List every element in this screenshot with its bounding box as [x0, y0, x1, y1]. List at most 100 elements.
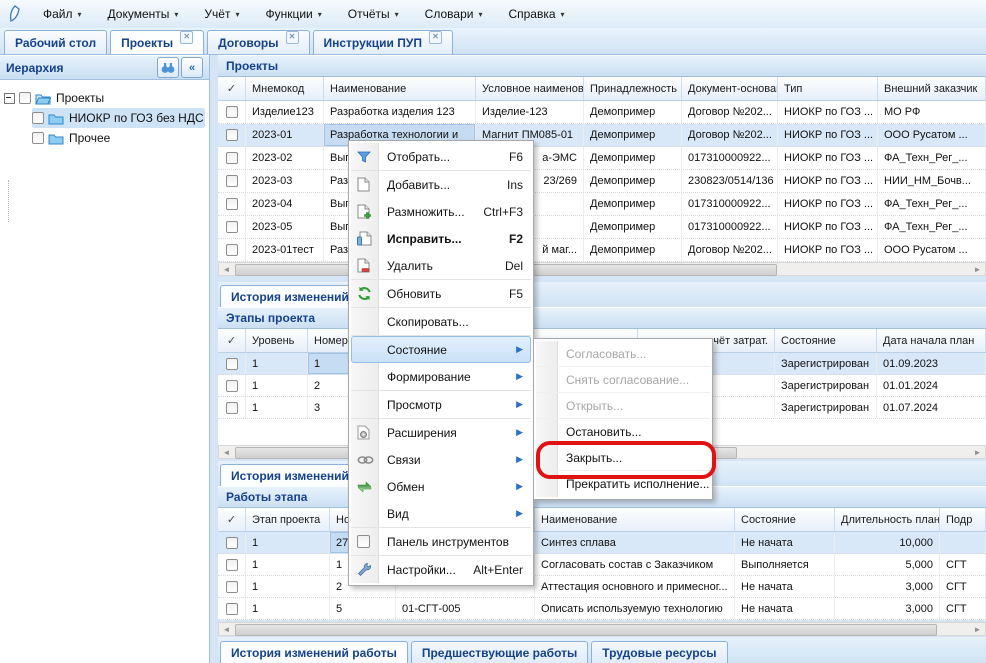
- open-folder-icon: [35, 92, 51, 105]
- close-icon[interactable]: ✕: [429, 31, 442, 44]
- menu-item-refresh[interactable]: ОбновитьF5: [351, 280, 531, 307]
- submenu-item-close[interactable]: Закрыть...: [536, 445, 710, 471]
- column-header[interactable]: Наименование: [535, 508, 735, 531]
- submenu-item-stop[interactable]: Остановить...: [536, 419, 710, 445]
- bottom-tab-strip: История изменений работы Предшествующие …: [218, 637, 986, 663]
- menu-reports[interactable]: Отчёты▾: [335, 0, 412, 28]
- check-column-header[interactable]: ✓: [218, 77, 246, 100]
- menu-documents[interactable]: Документы▾: [95, 0, 192, 28]
- scroll-left-icon[interactable]: ◄: [219, 446, 234, 458]
- menu-item-links[interactable]: Связи▶: [351, 446, 531, 473]
- row-checkbox[interactable]: [218, 193, 246, 215]
- table-row-selected[interactable]: 2023-01Разработка технологии иМагнит ПМ0…: [218, 124, 986, 147]
- menu-item-filter[interactable]: Отобрать...F6: [351, 143, 531, 170]
- works-hscrollbar[interactable]: ◄ ►: [218, 622, 986, 636]
- column-header[interactable]: Тип: [778, 77, 878, 100]
- column-header[interactable]: Этап проекта: [246, 508, 330, 531]
- tab-work-history[interactable]: История изменений работы: [220, 641, 408, 663]
- column-header[interactable]: Дата начала план: [877, 329, 986, 352]
- column-header[interactable]: Документ-основан: [682, 77, 778, 100]
- table-row-selected[interactable]: 127Синтез сплаваНе начата10,000: [218, 532, 986, 554]
- menu-item-exchange[interactable]: Обмен▶: [351, 473, 531, 500]
- table-row[interactable]: 2023-01тестРазрй маг...ДемопримерДоговор…: [218, 239, 986, 262]
- collapse-panel-button[interactable]: «: [181, 57, 203, 78]
- projects-hscrollbar[interactable]: ◄ ►: [218, 262, 986, 276]
- column-header[interactable]: Наименование: [324, 77, 476, 100]
- table-row[interactable]: Изделие123Разработка изделия 123Изделие-…: [218, 101, 986, 124]
- menu-functions[interactable]: Функции▾: [252, 0, 334, 28]
- column-header[interactable]: Внешний заказчик: [878, 77, 986, 100]
- row-checkbox[interactable]: [218, 124, 246, 146]
- node-checkbox[interactable]: [32, 132, 44, 144]
- collapse-node-icon[interactable]: [4, 93, 15, 104]
- row-checkbox[interactable]: [218, 598, 246, 619]
- row-checkbox[interactable]: [218, 576, 246, 597]
- row-checkbox[interactable]: [218, 554, 246, 575]
- table-row[interactable]: 2023-04ВыпДемопример017310000922...НИОКР…: [218, 193, 986, 216]
- search-button[interactable]: [157, 57, 179, 78]
- menu-help[interactable]: Справка▾: [495, 0, 577, 28]
- menu-item-edit[interactable]: Исправить...F2: [351, 225, 531, 252]
- row-checkbox[interactable]: [218, 101, 246, 123]
- row-checkbox[interactable]: [218, 239, 246, 261]
- table-row[interactable]: 2023-02Выпа-ЭМСДемопример017310000922...…: [218, 147, 986, 170]
- tab-labor-resources[interactable]: Трудовые ресурсы: [591, 641, 727, 663]
- menu-item-copy[interactable]: Скопировать...: [351, 308, 531, 335]
- menu-item-duplicate[interactable]: Размножить...Ctrl+F3: [351, 198, 531, 225]
- row-checkbox[interactable]: [218, 147, 246, 169]
- row-checkbox[interactable]: [218, 353, 246, 374]
- row-checkbox[interactable]: [218, 532, 246, 553]
- node-checkbox[interactable]: [32, 112, 44, 124]
- tab-instructions[interactable]: Инструкции ПУП✕: [313, 30, 453, 54]
- column-header[interactable]: Состояние: [735, 508, 835, 531]
- menu-accounting[interactable]: Учёт▾: [191, 0, 252, 28]
- menu-file[interactable]: Файл▾: [30, 0, 95, 28]
- row-checkbox[interactable]: [218, 216, 246, 238]
- menu-item-forming[interactable]: Формирование▶: [351, 363, 531, 390]
- check-column-header[interactable]: ✓: [218, 329, 246, 352]
- node-checkbox[interactable]: [19, 92, 31, 104]
- scroll-right-icon[interactable]: ►: [970, 263, 985, 275]
- tab-preceding-works[interactable]: Предшествующие работы: [411, 641, 588, 663]
- submenu-arrow-icon: ▶: [516, 371, 523, 382]
- column-header[interactable]: Принадлежность: [584, 77, 682, 100]
- tab-contracts[interactable]: Договоры✕: [207, 30, 309, 54]
- tree-node-niokr[interactable]: НИОКР по ГОЗ без НДС: [0, 108, 209, 128]
- menu-item-state[interactable]: Состояние▶: [351, 336, 531, 363]
- check-column-header[interactable]: ✓: [218, 508, 246, 531]
- submenu-item-terminate[interactable]: Прекратить исполнение...: [536, 471, 710, 497]
- table-row[interactable]: 1501-СГТ-005Описать используемую техноло…: [218, 598, 986, 620]
- column-header-sorted[interactable]: Длительность план▼: [835, 508, 940, 531]
- row-checkbox[interactable]: [218, 375, 246, 396]
- menu-item-view[interactable]: Вид▶: [351, 500, 531, 527]
- tab-projects[interactable]: Проекты✕: [110, 30, 204, 54]
- column-header[interactable]: Условное наименова: [476, 77, 584, 100]
- scroll-left-icon[interactable]: ◄: [219, 623, 234, 635]
- scroll-left-icon[interactable]: ◄: [219, 263, 234, 275]
- close-icon[interactable]: ✕: [286, 31, 299, 44]
- scroll-right-icon[interactable]: ►: [970, 623, 985, 635]
- column-header[interactable]: Мнемокод: [246, 77, 324, 100]
- table-row[interactable]: 2023-05ВыпДемопример017310000922...НИОКР…: [218, 216, 986, 239]
- column-header[interactable]: Состояние: [775, 329, 877, 352]
- menu-dictionaries[interactable]: Словари▾: [412, 0, 496, 28]
- menu-item-delete[interactable]: УдалитьDel: [351, 252, 531, 279]
- close-icon[interactable]: ✕: [180, 31, 193, 44]
- menu-item-extensions[interactable]: Расширения▶: [351, 419, 531, 446]
- row-checkbox[interactable]: [218, 170, 246, 192]
- column-header[interactable]: Подр: [940, 508, 986, 531]
- scroll-right-icon[interactable]: ►: [970, 446, 985, 458]
- tab-desktop[interactable]: Рабочий стол: [4, 30, 107, 54]
- tree-node-other[interactable]: Прочее: [0, 128, 209, 148]
- table-row[interactable]: 2023-03Разр23/269Демопример230823/0514/1…: [218, 170, 986, 193]
- menu-item-toolbar-toggle[interactable]: Панель инструментов: [351, 528, 531, 555]
- table-row[interactable]: 11Согласовать состав с ЗаказчикомВыполня…: [218, 554, 986, 576]
- menu-item-add[interactable]: Добавить...Ins: [351, 171, 531, 198]
- column-header[interactable]: Уровень: [246, 329, 308, 352]
- scroll-thumb[interactable]: [235, 624, 937, 636]
- menu-item-settings[interactable]: Настройки...Alt+Enter: [351, 556, 531, 583]
- tree-node-projects[interactable]: Проекты: [0, 88, 209, 108]
- row-checkbox[interactable]: [218, 397, 246, 418]
- table-row[interactable]: 12Аттестация основного и примесног...Не …: [218, 576, 986, 598]
- menu-item-view-record[interactable]: Просмотр▶: [351, 391, 531, 418]
